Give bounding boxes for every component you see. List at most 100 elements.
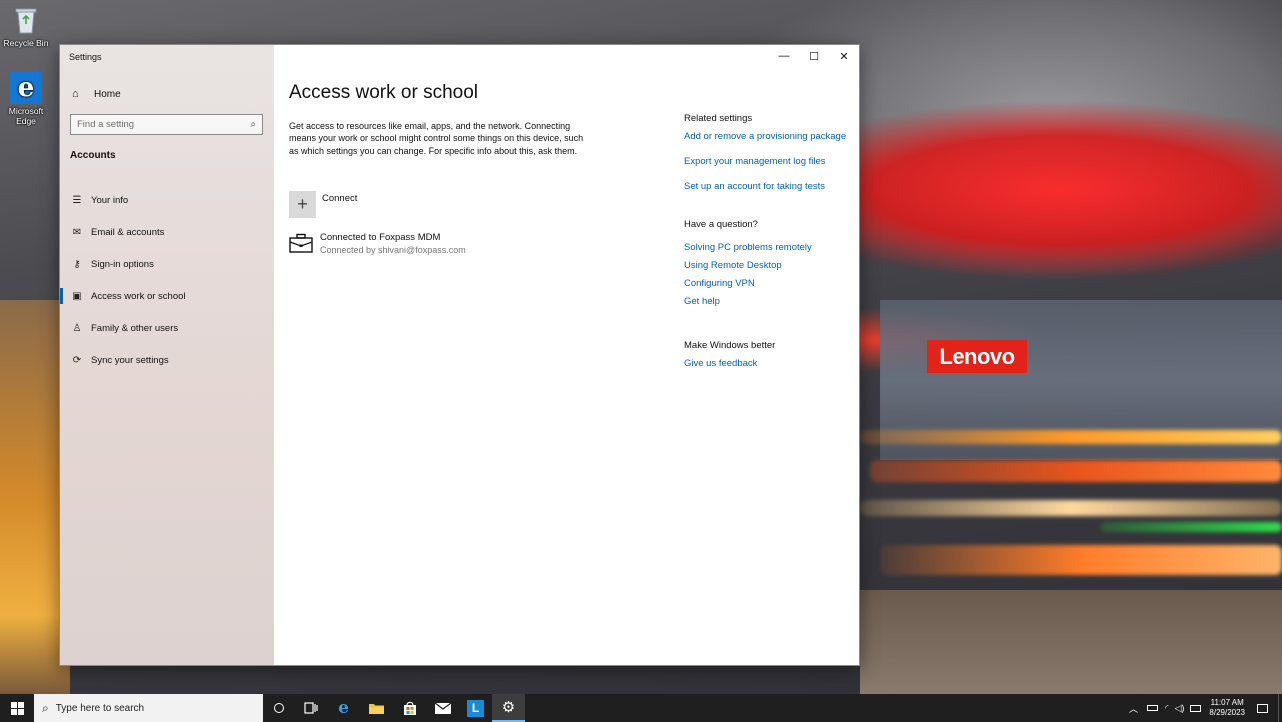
volume-icon[interactable]: ◁): [1174, 703, 1184, 714]
store-bag-icon: [403, 701, 416, 715]
window-title: Settings: [69, 52, 102, 62]
network-icon[interactable]: ◜: [1165, 703, 1169, 714]
settings-sidebar: Settings ⌂ Home ⌕ Accounts ☰ Your info ✉…: [60, 45, 274, 665]
file-explorer-button[interactable]: [360, 694, 393, 722]
nav-list: ☰ Your info ✉ Email & accounts ⚷ Sign-in…: [60, 184, 274, 376]
sidebar-item-sync-settings[interactable]: ⟳ Sync your settings: [60, 344, 274, 376]
page-description: Get access to resources like email, apps…: [289, 121, 584, 156]
briefcase-icon: ▣: [72, 290, 82, 302]
account-name: Connected to Foxpass MDM: [320, 232, 441, 243]
nav-home-label: Home: [94, 88, 121, 100]
search-icon[interactable]: ⌕: [250, 119, 256, 130]
edge-desktop-icon[interactable]: e Microsoft Edge: [0, 72, 52, 126]
mail-icon: [434, 702, 451, 714]
store-button[interactable]: [393, 694, 426, 722]
cortana-icon: [274, 703, 284, 713]
clock[interactable]: 11:07 AM 8/29/2023: [1209, 698, 1245, 718]
provisioning-package-link[interactable]: Add or remove a provisioning package: [684, 131, 854, 142]
question-heading: Have a question?: [684, 219, 758, 230]
notifications-icon[interactable]: [1257, 703, 1268, 713]
configuring-vpn-link[interactable]: Configuring VPN: [684, 278, 854, 289]
plus-icon: +: [289, 191, 316, 218]
settings-window: Settings ⌂ Home ⌕ Accounts ☰ Your info ✉…: [59, 44, 860, 666]
settings-taskbar-button[interactable]: ⚙: [492, 694, 525, 722]
keyboard-icon[interactable]: [1190, 704, 1202, 712]
recycle-bin-label: Recycle Bin: [3, 38, 49, 48]
close-button[interactable]: ✕: [829, 45, 859, 67]
light-streak: [1100, 522, 1282, 532]
recycle-bin-icon: [10, 4, 42, 36]
related-settings-heading: Related settings: [684, 113, 753, 124]
sync-icon: ⟳: [72, 354, 82, 366]
start-button[interactable]: [0, 694, 34, 722]
edge-icon: e: [338, 698, 349, 718]
person-icon: ♙: [72, 322, 82, 334]
mail-taskbar-button[interactable]: [426, 694, 459, 722]
nav-home[interactable]: ⌂ Home: [60, 83, 274, 105]
sidebar-item-label: Sync your settings: [91, 354, 169, 366]
section-heading: Accounts: [70, 150, 116, 161]
light-streak: [860, 500, 1282, 516]
sidebar-item-sign-in-options[interactable]: ⚷ Sign-in options: [60, 248, 274, 280]
connected-account-item[interactable]: Connected to Foxpass MDM Connected by sh…: [289, 232, 466, 255]
settings-main-pane: — ☐ ✕ Access work or school Get access t…: [274, 45, 859, 665]
get-help-link[interactable]: Get help: [684, 296, 854, 307]
account-detail: Connected by shivani@foxpass.com: [320, 245, 466, 255]
connect-label: Connect: [322, 193, 358, 204]
sidebar-item-label: Your info: [91, 194, 129, 206]
recycle-bin-desktop-icon[interactable]: Recycle Bin: [0, 4, 52, 48]
maximize-button[interactable]: ☐: [799, 45, 829, 67]
taskbar: ⌕ Type here to search e L ⚙ ︿ ◜ ◁) 11:07…: [0, 694, 1282, 722]
lenovo-vantage-button[interactable]: L: [459, 694, 492, 722]
sidebar-item-label: Access work or school: [91, 290, 186, 302]
windows-logo-icon: [10, 701, 24, 715]
task-view-button[interactable]: [295, 694, 327, 722]
gear-icon: ⚙: [501, 699, 516, 716]
clock-date: 8/29/2023: [1209, 708, 1245, 717]
page-title: Access work or school: [289, 82, 479, 103]
clock-time: 11:07 AM: [1210, 698, 1244, 707]
sidebar-item-family-users[interactable]: ♙ Family & other users: [60, 312, 274, 344]
lenovo-vantage-icon: L: [467, 699, 484, 717]
sidebar-item-access-work-school[interactable]: ▣ Access work or school: [60, 280, 274, 312]
light-streak: [870, 460, 1282, 482]
solving-pc-problems-link[interactable]: Solving PC problems remotely: [684, 242, 854, 253]
give-feedback-link[interactable]: Give us feedback: [684, 358, 854, 369]
system-tray: ︿ ◜ ◁) 11:07 AM 8/29/2023: [1129, 694, 1282, 722]
briefcase-icon: [289, 233, 313, 253]
settings-search-box[interactable]: ⌕: [70, 114, 263, 135]
show-desktop-button[interactable]: [1278, 694, 1282, 722]
light-streak: [860, 430, 1282, 444]
caption-buttons: — ☐ ✕: [769, 45, 859, 67]
folder-icon: [369, 704, 384, 714]
test-account-link[interactable]: Set up an account for taking tests: [684, 181, 854, 192]
edge-icon: e: [10, 72, 42, 104]
taskbar-search-placeholder: Type here to search: [55, 702, 145, 714]
connect-button[interactable]: + Connect: [289, 191, 357, 218]
search-icon: ⌕: [42, 700, 49, 715]
sidebar-item-your-info[interactable]: ☰ Your info: [60, 184, 274, 216]
battery-icon[interactable]: [1146, 705, 1158, 711]
cortana-button[interactable]: [263, 694, 295, 722]
edge-label: Microsoft Edge: [8, 106, 44, 126]
mail-icon: ✉: [72, 226, 82, 238]
remote-desktop-link[interactable]: Using Remote Desktop: [684, 260, 854, 271]
export-log-link[interactable]: Export your management log files: [684, 156, 854, 167]
show-hidden-icons-icon[interactable]: ︿: [1129, 702, 1138, 715]
key-icon: ⚷: [73, 258, 81, 270]
edge-taskbar-button[interactable]: e: [327, 694, 360, 722]
related-settings-panel: Related settings Add or remove a provisi…: [684, 113, 854, 369]
make-windows-better-heading: Make Windows better: [684, 340, 776, 351]
account-text: Connected to Foxpass MDM Connected by sh…: [320, 232, 466, 255]
sidebar-item-label: Family & other users: [91, 322, 179, 334]
wallpaper-floor: [860, 590, 1282, 694]
task-view-icon: [304, 702, 318, 714]
sidebar-item-label: Email & accounts: [91, 226, 165, 238]
taskbar-search-box[interactable]: ⌕ Type here to search: [34, 694, 263, 722]
sidebar-item-email-accounts[interactable]: ✉ Email & accounts: [60, 216, 274, 248]
sidebar-item-label: Sign-in options: [91, 258, 154, 270]
settings-search-input[interactable]: [77, 119, 251, 130]
minimize-button[interactable]: —: [769, 45, 799, 67]
light-streak: [880, 545, 1282, 575]
contact-card-icon: ☰: [72, 194, 82, 206]
